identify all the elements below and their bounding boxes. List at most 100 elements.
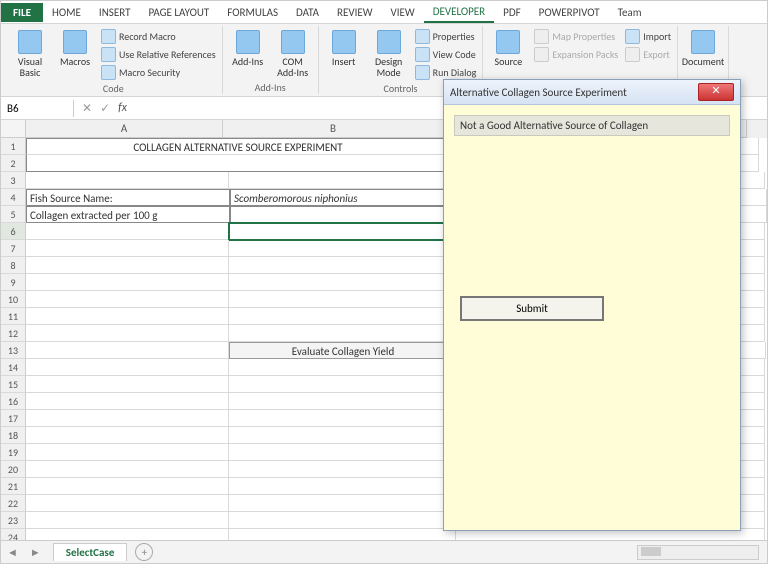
evaluate-button[interactable]: Evaluate Collagen Yield bbox=[229, 342, 457, 359]
source-button[interactable]: Source bbox=[487, 28, 529, 69]
cell[interactable] bbox=[26, 308, 229, 325]
row-9-header[interactable]: 9 bbox=[1, 274, 26, 291]
tab-pagelayout[interactable]: PAGE LAYOUT bbox=[139, 3, 218, 22]
row-15-header[interactable]: 15 bbox=[1, 376, 26, 393]
cell[interactable] bbox=[26, 410, 229, 427]
sheet-nav-prev[interactable]: ◄ bbox=[1, 546, 24, 559]
export-button[interactable]: Export bbox=[623, 46, 673, 63]
cell[interactable] bbox=[229, 291, 456, 308]
title-cell[interactable]: COLLAGEN ALTERNATIVE SOURCE EXPERIMENT bbox=[26, 138, 450, 155]
row-19-header[interactable]: 19 bbox=[1, 444, 26, 461]
cell[interactable] bbox=[229, 240, 456, 257]
sheet-nav-next[interactable]: ► bbox=[24, 546, 47, 559]
tab-view[interactable]: VIEW bbox=[382, 3, 424, 22]
active-cell-b6[interactable] bbox=[229, 223, 456, 240]
view-code-button[interactable]: View Code bbox=[413, 46, 479, 63]
row-23-header[interactable]: 23 bbox=[1, 512, 26, 529]
visual-basic-button[interactable]: Visual Basic bbox=[9, 28, 51, 80]
tab-insert[interactable]: INSERT bbox=[90, 3, 140, 22]
cell[interactable] bbox=[229, 359, 456, 376]
tab-file[interactable]: FILE bbox=[1, 3, 43, 22]
cell[interactable] bbox=[229, 461, 456, 478]
enter-icon[interactable]: ✓ bbox=[100, 101, 110, 116]
cell[interactable] bbox=[26, 444, 229, 461]
cell[interactable] bbox=[229, 427, 456, 444]
tab-team[interactable]: Team bbox=[609, 3, 651, 22]
cell[interactable] bbox=[26, 240, 229, 257]
cell[interactable] bbox=[26, 461, 229, 478]
tab-pdf[interactable]: PDF bbox=[494, 3, 530, 22]
document-button[interactable]: Document bbox=[682, 28, 724, 69]
tab-data[interactable]: DATA bbox=[287, 3, 328, 22]
row-21-header[interactable]: 21 bbox=[1, 478, 26, 495]
cell[interactable] bbox=[229, 257, 456, 274]
row-3-header[interactable]: 3 bbox=[1, 172, 26, 189]
tab-review[interactable]: REVIEW bbox=[328, 3, 382, 22]
row-14-header[interactable]: 14 bbox=[1, 359, 26, 376]
col-b-header[interactable]: B bbox=[223, 120, 444, 138]
collagen-label[interactable]: Collagen extracted per 100 g bbox=[26, 206, 230, 223]
cell[interactable] bbox=[26, 274, 229, 291]
cell[interactable] bbox=[26, 155, 450, 172]
cell[interactable] bbox=[26, 529, 229, 540]
row-8-header[interactable]: 8 bbox=[1, 257, 26, 274]
cell[interactable] bbox=[229, 529, 456, 540]
cancel-icon[interactable]: ✕ bbox=[82, 101, 92, 116]
row-7-header[interactable]: 7 bbox=[1, 240, 26, 257]
cell[interactable] bbox=[229, 172, 456, 189]
row-11-header[interactable]: 11 bbox=[1, 308, 26, 325]
cell[interactable] bbox=[229, 410, 456, 427]
cell[interactable] bbox=[26, 172, 229, 189]
row-10-header[interactable]: 10 bbox=[1, 291, 26, 308]
cell[interactable] bbox=[26, 376, 229, 393]
horizontal-scrollbar[interactable] bbox=[637, 545, 759, 560]
record-macro-button[interactable]: Record Macro bbox=[99, 28, 218, 45]
row-18-header[interactable]: 18 bbox=[1, 427, 26, 444]
cell[interactable] bbox=[229, 393, 456, 410]
collagen-value[interactable]: 15 bbox=[230, 206, 458, 223]
row-2-header[interactable]: 2 bbox=[1, 155, 26, 172]
cell[interactable] bbox=[26, 257, 229, 274]
insert-control-button[interactable]: Insert bbox=[323, 28, 365, 69]
dialog-titlebar[interactable]: Alternative Collagen Source Experiment ✕ bbox=[444, 80, 740, 105]
cell[interactable] bbox=[26, 342, 229, 359]
cell[interactable] bbox=[229, 325, 456, 342]
row-20-header[interactable]: 20 bbox=[1, 461, 26, 478]
cell[interactable] bbox=[26, 393, 229, 410]
row-12-header[interactable]: 12 bbox=[1, 325, 26, 342]
cell[interactable] bbox=[229, 512, 456, 529]
cell[interactable] bbox=[229, 444, 456, 461]
tab-powerpivot[interactable]: POWERPIVOT bbox=[530, 3, 609, 22]
expansion-packs-button[interactable]: Expansion Packs bbox=[532, 46, 620, 63]
cell[interactable] bbox=[229, 308, 456, 325]
cell[interactable] bbox=[26, 291, 229, 308]
cell[interactable] bbox=[26, 478, 229, 495]
cell[interactable] bbox=[229, 478, 456, 495]
row-24-header[interactable]: 24 bbox=[1, 529, 26, 540]
cell[interactable] bbox=[229, 274, 456, 291]
cell[interactable] bbox=[26, 495, 229, 512]
dialog-close-button[interactable]: ✕ bbox=[698, 83, 734, 101]
macros-button[interactable]: Macros bbox=[54, 28, 96, 69]
design-mode-button[interactable]: Design Mode bbox=[368, 28, 410, 80]
cell[interactable] bbox=[26, 359, 229, 376]
tab-formulas[interactable]: FORMULAS bbox=[218, 3, 287, 22]
row-16-header[interactable]: 16 bbox=[1, 393, 26, 410]
row-17-header[interactable]: 17 bbox=[1, 410, 26, 427]
row-5-header[interactable]: 5 bbox=[1, 206, 26, 223]
com-addins-button[interactable]: COM Add-Ins bbox=[272, 28, 314, 80]
submit-button[interactable]: Submit bbox=[460, 296, 604, 321]
col-a-header[interactable]: A bbox=[26, 120, 223, 138]
row-6-header[interactable]: 6 bbox=[1, 223, 26, 240]
macro-security-button[interactable]: Macro Security bbox=[99, 64, 218, 81]
cell[interactable] bbox=[26, 512, 229, 529]
fish-name-label[interactable]: Fish Source Name: bbox=[26, 189, 230, 206]
relative-refs-button[interactable]: Use Relative References bbox=[99, 46, 218, 63]
cell[interactable] bbox=[26, 223, 229, 240]
fx-icon[interactable]: fx bbox=[118, 101, 127, 115]
select-all-corner[interactable] bbox=[1, 120, 26, 138]
row-4-header[interactable]: 4 bbox=[1, 189, 26, 206]
sheet-tab-selectcase[interactable]: SelectCase bbox=[53, 543, 128, 561]
map-properties-button[interactable]: Map Properties bbox=[532, 28, 620, 45]
tab-home[interactable]: HOME bbox=[43, 3, 90, 22]
